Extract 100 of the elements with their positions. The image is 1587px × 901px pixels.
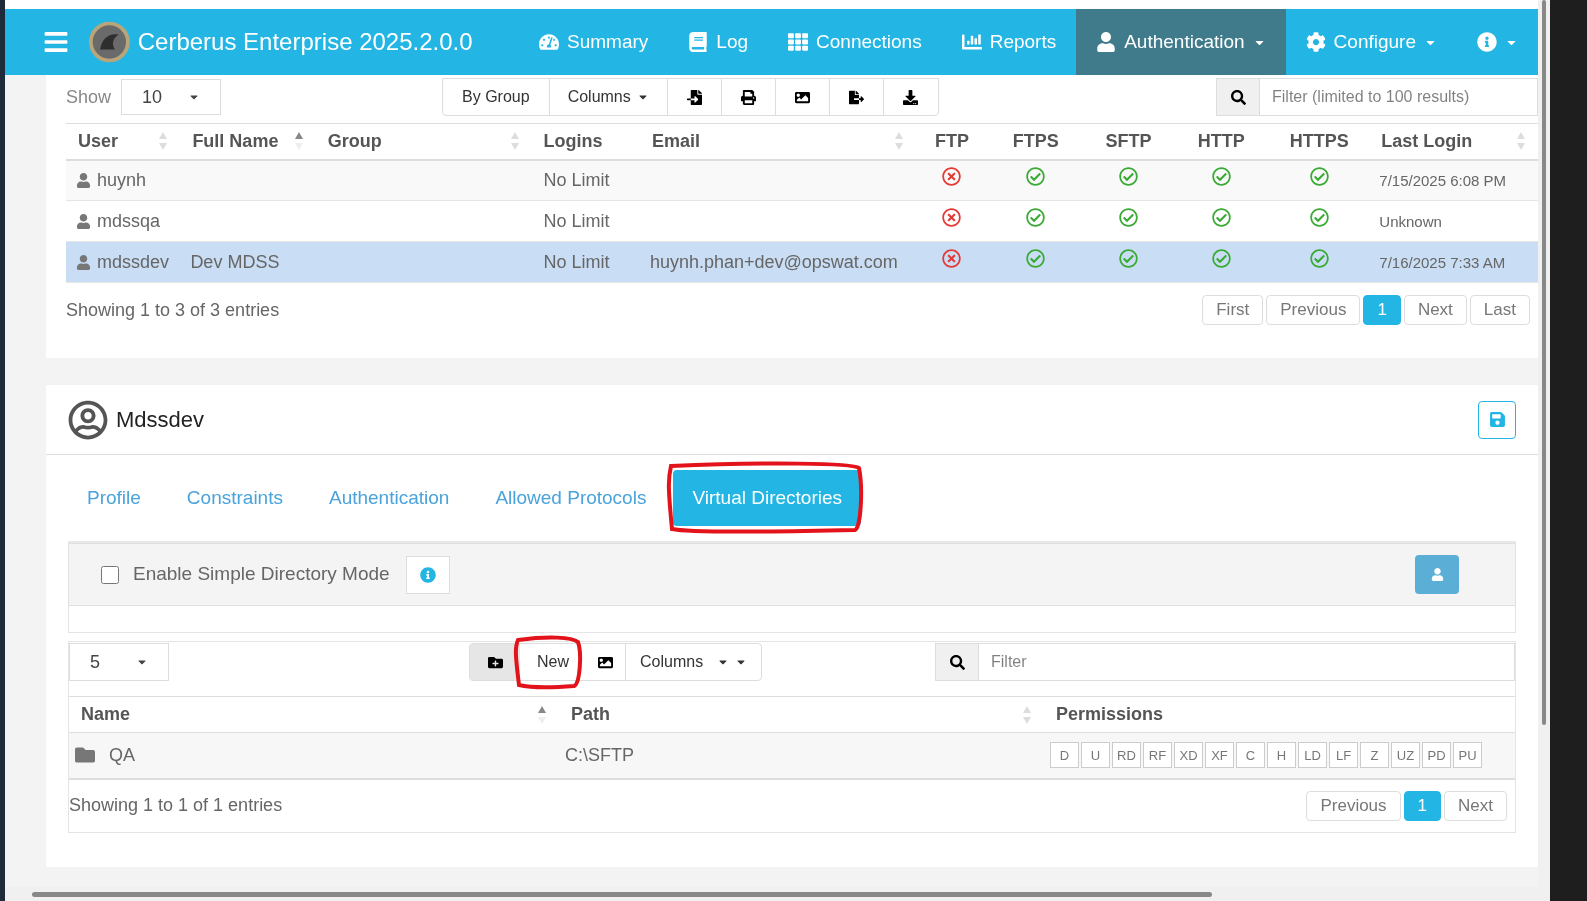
column-header: Logins — [543, 129, 603, 153]
permission-tag[interactable]: UZ — [1391, 742, 1420, 769]
image-icon — [794, 89, 810, 105]
column-header: HTTP — [1197, 129, 1245, 153]
permission-tag[interactable]: PU — [1453, 742, 1482, 769]
page-size-select[interactable]: 5 — [69, 643, 169, 681]
column-header: Name — [81, 703, 131, 726]
filter-field[interactable]: Filter — [979, 643, 1515, 681]
gauge-icon — [539, 32, 560, 52]
nav-tab[interactable]: Log — [668, 9, 769, 75]
column-header: SFTP — [1105, 129, 1152, 153]
column-header: HTTPS — [1289, 129, 1349, 153]
nav-tab[interactable]: Configure — [1285, 9, 1457, 75]
nav-tab[interactable]: Authentication — [1076, 9, 1286, 75]
columns-button[interactable]: Columns — [549, 79, 668, 115]
info-icon — [1477, 32, 1497, 52]
tab[interactable]: Virtual Directories — [673, 470, 861, 526]
nav-tab[interactable]: Reports — [941, 9, 1077, 75]
permission-tag[interactable]: LD — [1298, 742, 1327, 769]
check-icon — [1119, 248, 1138, 268]
search-icon — [949, 654, 965, 670]
check-icon — [1026, 248, 1046, 268]
check-icon — [1211, 207, 1231, 227]
columns-button[interactable]: Columns — [626, 644, 762, 680]
permission-tag[interactable]: U — [1081, 742, 1110, 769]
permission-tag[interactable]: PD — [1422, 742, 1451, 769]
check-icon — [1119, 166, 1138, 186]
pagination-button[interactable]: First — [1202, 295, 1264, 325]
check-icon — [1309, 248, 1329, 268]
pagination-button[interactable]: Previous — [1306, 790, 1401, 821]
nav-tab[interactable]: Summary — [519, 9, 669, 75]
table-cell: Unknown — [1379, 212, 1442, 230]
entries-info: Showing 1 to 1 of 1 entries — [69, 794, 283, 817]
table-cell-text: QA — [109, 743, 135, 767]
column-header: Path — [571, 703, 610, 726]
download-icon — [903, 89, 919, 105]
table-cell: No Limit — [543, 251, 610, 272]
table-cell: 7/16/2025 7:33 AM — [1379, 253, 1506, 271]
permission-tag[interactable]: D — [1050, 742, 1079, 769]
tab[interactable]: Allowed Protocols — [476, 470, 666, 526]
user-avatar-icon — [68, 399, 108, 440]
pagination-button[interactable]: 1 — [1363, 295, 1401, 325]
new-button[interactable]: New — [520, 644, 586, 680]
table-cell: No Limit — [543, 169, 610, 190]
search-button[interactable] — [1216, 78, 1260, 116]
pagination-button[interactable]: Next — [1403, 295, 1467, 325]
checkbox[interactable] — [101, 565, 119, 584]
table-row[interactable]: huynh No Limit 7/15/2025 6:08 PM — [66, 159, 1538, 201]
check-icon — [1309, 166, 1329, 186]
vertical-scrollbar[interactable] — [1542, 0, 1546, 725]
permission-tag[interactable]: XF — [1205, 742, 1234, 769]
table-cell: No Limit — [543, 210, 610, 231]
table-row[interactable]: mdssqa No Limit Unknown — [66, 200, 1538, 242]
pagination-button[interactable]: 1 — [1403, 790, 1442, 821]
tab[interactable]: Constraints — [167, 470, 302, 526]
add-folder-button[interactable] — [470, 644, 520, 680]
nav-tab[interactable]: Connections — [768, 9, 942, 75]
check-icon — [1309, 207, 1329, 227]
permission-tag[interactable]: Z — [1360, 742, 1389, 769]
gear-icon — [1305, 32, 1326, 52]
check-icon — [1211, 166, 1231, 186]
page-size-select[interactable]: 10 — [121, 79, 222, 115]
folder-plus-icon — [487, 654, 503, 670]
table-cell-text: mdssdev — [97, 250, 170, 274]
column-header: User — [78, 129, 119, 153]
by-group-button[interactable]: By Group — [443, 79, 550, 115]
check-icon — [1119, 207, 1138, 227]
pagination-button[interactable]: Last — [1469, 295, 1530, 325]
permission-tag[interactable]: C — [1236, 742, 1265, 769]
save-icon — [1488, 411, 1506, 428]
permission-tag[interactable]: RF — [1143, 742, 1172, 769]
pagination-button[interactable]: Previous — [1266, 295, 1361, 325]
table-cell: Dev MDSS — [190, 251, 280, 272]
cross-icon — [942, 207, 962, 227]
column-header: Permissions — [1056, 703, 1164, 726]
user-icon — [1430, 568, 1444, 581]
bar-chart-icon — [961, 32, 982, 52]
table-cell: huynh.phan+dev@opswat.com — [649, 251, 898, 272]
book-icon — [688, 32, 709, 52]
permission-tag[interactable]: H — [1267, 742, 1296, 769]
user-icon — [76, 254, 91, 270]
search-button[interactable] — [935, 643, 979, 681]
permission-tag[interactable]: RD — [1112, 742, 1141, 769]
table-cell-text: mdssqa — [97, 209, 161, 233]
app-title: Cerberus Enterprise 2025.2.0.0 — [137, 27, 474, 57]
permission-tag[interactable]: XD — [1174, 742, 1203, 769]
user-icon — [76, 172, 91, 188]
table-row[interactable]: QA C:\SFTP D U RD RF XD XF C H LD LF Z UZ PD PU — [69, 732, 1515, 779]
logo-icon — [89, 20, 130, 64]
pagination-button[interactable]: Next — [1444, 790, 1507, 821]
tab[interactable]: Authentication — [309, 470, 469, 526]
export-icon — [848, 89, 864, 105]
tab[interactable]: Profile — [68, 470, 160, 526]
filter-field[interactable]: Filter (limited to 100 results) — [1260, 78, 1538, 116]
horizontal-scrollbar[interactable] — [32, 891, 1212, 897]
check-icon — [1026, 166, 1046, 186]
checkbox-label: Enable Simple Directory Mode — [133, 562, 390, 587]
cross-icon — [942, 166, 962, 186]
search-icon — [1230, 89, 1246, 105]
permission-tag[interactable]: LF — [1329, 742, 1358, 769]
